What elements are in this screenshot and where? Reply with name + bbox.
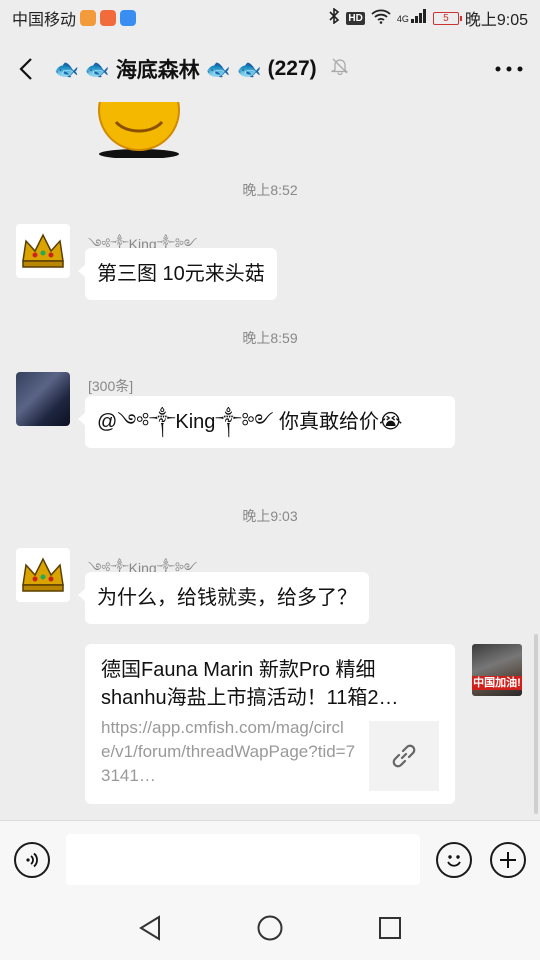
system-nav-bar xyxy=(0,896,540,960)
timestamp: 晚上9:03 xyxy=(242,508,298,524)
avatar[interactable] xyxy=(16,224,70,278)
network-type-label: 4G xyxy=(396,14,409,24)
fish-icon: 🐟 xyxy=(205,58,231,81)
more-button[interactable] xyxy=(478,36,540,102)
link-card-url: https://app.cmfish.com/mag/circle/v1/for… xyxy=(101,718,356,785)
carrier-label: 中国移动 xyxy=(12,12,77,29)
nav-home-button[interactable] xyxy=(250,908,290,948)
chat-title: 🐟 🐟 海底森林 🐟 🐟 (227) xyxy=(54,54,349,84)
input-bar xyxy=(0,820,540,896)
message-input[interactable] xyxy=(66,834,420,885)
hd-icon: HD xyxy=(346,11,365,25)
link-card[interactable]: 德国Fauna Marin 新款Pro 精细shanhu海盐上市搞活动！11箱2… xyxy=(85,644,455,804)
message-bubble[interactable]: @༺༒King༒༻ 你真敢给价😭 xyxy=(78,396,455,448)
wifi-icon xyxy=(371,8,391,29)
link-icon xyxy=(392,744,416,768)
video-app-icon xyxy=(100,10,117,26)
more-dots-icon xyxy=(495,66,523,72)
nav-recents-button[interactable] xyxy=(370,908,410,948)
message-bubble[interactable]: 为什么，给钱就卖，给多了？ xyxy=(78,572,369,624)
sticker-emoji-image xyxy=(98,102,180,158)
back-button[interactable] xyxy=(0,36,52,102)
plus-icon xyxy=(500,852,516,868)
shield-app-icon xyxy=(120,10,137,26)
self-avatar-text: 中国加油! xyxy=(472,676,522,690)
voice-icon xyxy=(26,852,38,868)
bluetooth-icon xyxy=(328,6,340,29)
voice-button[interactable] xyxy=(14,842,50,878)
nav-recents-icon xyxy=(379,917,401,939)
emoji-icon xyxy=(447,855,461,867)
member-count: (227) xyxy=(267,57,317,80)
clock-label: 晚上9:05 xyxy=(464,12,528,29)
battery-icon: 5 xyxy=(432,11,462,25)
nav-home-icon xyxy=(257,915,283,941)
fish-icon: 🐟 xyxy=(236,58,262,81)
emoji-button[interactable] xyxy=(436,842,472,878)
fish-icon: 🐟 xyxy=(54,58,79,81)
plus-button[interactable] xyxy=(490,842,526,878)
app-notification-icon xyxy=(80,10,97,26)
timestamp: 晚上8:52 xyxy=(242,182,298,198)
timestamp: 晚上8:59 xyxy=(242,330,298,346)
avatar[interactable] xyxy=(16,548,70,602)
crown-icon xyxy=(22,557,64,592)
crown-icon xyxy=(22,233,64,268)
nav-back-button[interactable] xyxy=(130,908,170,948)
chat-header: 🐟 🐟 海底森林 🐟 🐟 (227) xyxy=(0,36,540,102)
link-card-title: 德国Fauna Marin 新款Pro 精细shanhu海盐上市搞活动！11箱2… xyxy=(101,659,399,709)
fish-icon: 🐟 xyxy=(84,58,110,81)
nav-back-icon xyxy=(139,915,160,941)
self-avatar[interactable]: 中国加油! xyxy=(472,644,522,696)
status-bar: 中国移动 HD 4G 5 晚上9:05 xyxy=(0,0,540,36)
scrollbar[interactable] xyxy=(534,634,538,814)
back-arrow-icon xyxy=(19,58,32,80)
bell-muted-icon xyxy=(330,57,349,81)
avatar[interactable] xyxy=(16,372,70,426)
message-list[interactable]: 晚上8:52 ༺༒King༒༻ 第三图 10元来头菇 晚上8:59 [300条]… xyxy=(0,102,540,820)
group-name: 海底森林 xyxy=(115,59,200,82)
message-bubble[interactable]: 第三图 10元来头菇 xyxy=(78,248,277,300)
sender-name: [300条] xyxy=(88,378,134,394)
signal-icon xyxy=(410,8,427,28)
link-card-thumbnail xyxy=(369,721,439,791)
